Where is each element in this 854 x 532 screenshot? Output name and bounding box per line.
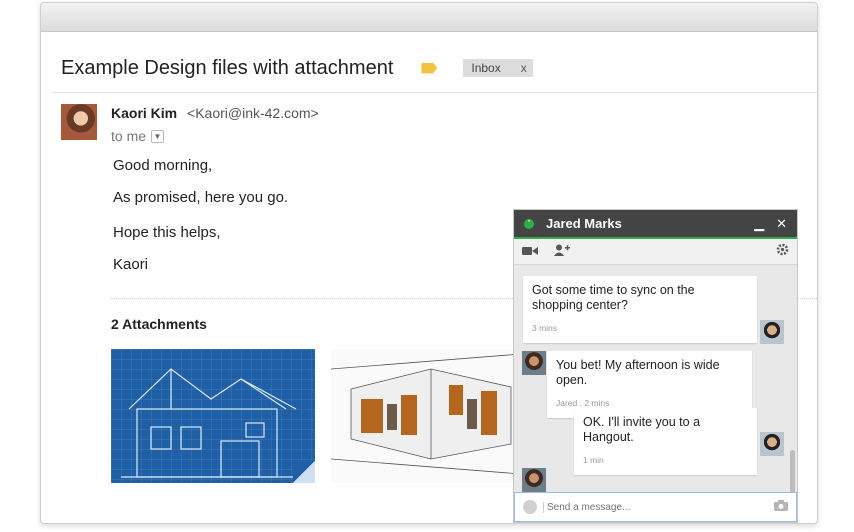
recipient-line: to me ▼: [111, 128, 165, 144]
message-text: Got some time to sync on the shopping ce…: [532, 283, 695, 312]
body-line-4: Kaori: [113, 256, 149, 273]
camera-icon[interactable]: [774, 498, 788, 516]
body-line-1: Good morning,: [113, 157, 213, 174]
window-titlebar: [41, 3, 817, 32]
my-avatar: [760, 320, 784, 344]
inbox-chip-label: Inbox: [471, 61, 501, 75]
chat-window: ” Jared Marks ▁ ✕ Got some time to sync …: [513, 209, 798, 523]
label-tag-icon[interactable]: [421, 62, 438, 74]
details-dropdown-icon[interactable]: ▼: [151, 129, 165, 143]
contact-typing-avatar: [522, 468, 546, 492]
sender-name[interactable]: Kaori Kim: [111, 105, 177, 121]
chat-message: Got some time to sync on the shopping ce…: [523, 276, 757, 343]
message-text: OK. I'll invite you to a Hangout.: [583, 415, 701, 444]
header-divider: [51, 92, 817, 93]
message-input[interactable]: [543, 501, 774, 513]
attachment-blueprint-thumbnail[interactable]: [111, 349, 315, 483]
page-curl: [293, 461, 315, 483]
chat-toolbar: [514, 239, 797, 265]
recipient-text: to me: [111, 128, 147, 144]
message-timestamp: 3 mins: [532, 323, 558, 333]
close-icon[interactable]: ✕: [776, 216, 787, 232]
sender-email: <Kaori@ink-42.com>: [187, 105, 319, 121]
video-icon[interactable]: [522, 243, 538, 261]
attachments-heading: 2 Attachments: [111, 316, 207, 332]
gear-icon[interactable]: [776, 243, 789, 261]
chat-contact-name: Jared Marks: [546, 216, 622, 231]
hangouts-status-icon: ”: [524, 218, 534, 229]
sender-line: Kaori Kim <Kaori@ink-42.com>: [111, 105, 319, 121]
blueprint-house-image: [121, 368, 306, 478]
chat-header[interactable]: ” Jared Marks ▁ ✕: [514, 210, 797, 239]
architecture-sketch-image: [331, 353, 521, 475]
minimize-icon[interactable]: ▁: [754, 216, 764, 232]
remove-label-button[interactable]: x: [521, 61, 527, 75]
chat-message: OK. I'll invite you to a Hangout. 1 min: [574, 408, 757, 475]
body-line-2: As promised, here you go.: [113, 189, 289, 206]
body-line-3: Hope this helps,: [113, 224, 221, 241]
attachment-sketch-thumbnail[interactable]: [331, 349, 521, 483]
inbox-label-chip[interactable]: Inbox x: [463, 59, 533, 77]
sender-avatar[interactable]: [61, 104, 97, 140]
chat-input-bar: [514, 492, 797, 522]
my-avatar: [760, 432, 784, 456]
subject-row: Example Design files with attachment Inb…: [61, 53, 533, 83]
message-text: You bet! My afternoon is wide open.: [556, 358, 720, 387]
message-timestamp: 1 min: [583, 455, 604, 465]
chat-scrollbar[interactable]: [790, 450, 795, 498]
emoji-icon[interactable]: [523, 500, 537, 514]
email-subject: Example Design files with attachment: [61, 56, 394, 79]
contact-avatar[interactable]: [522, 351, 546, 375]
add-person-icon[interactable]: [554, 243, 570, 261]
